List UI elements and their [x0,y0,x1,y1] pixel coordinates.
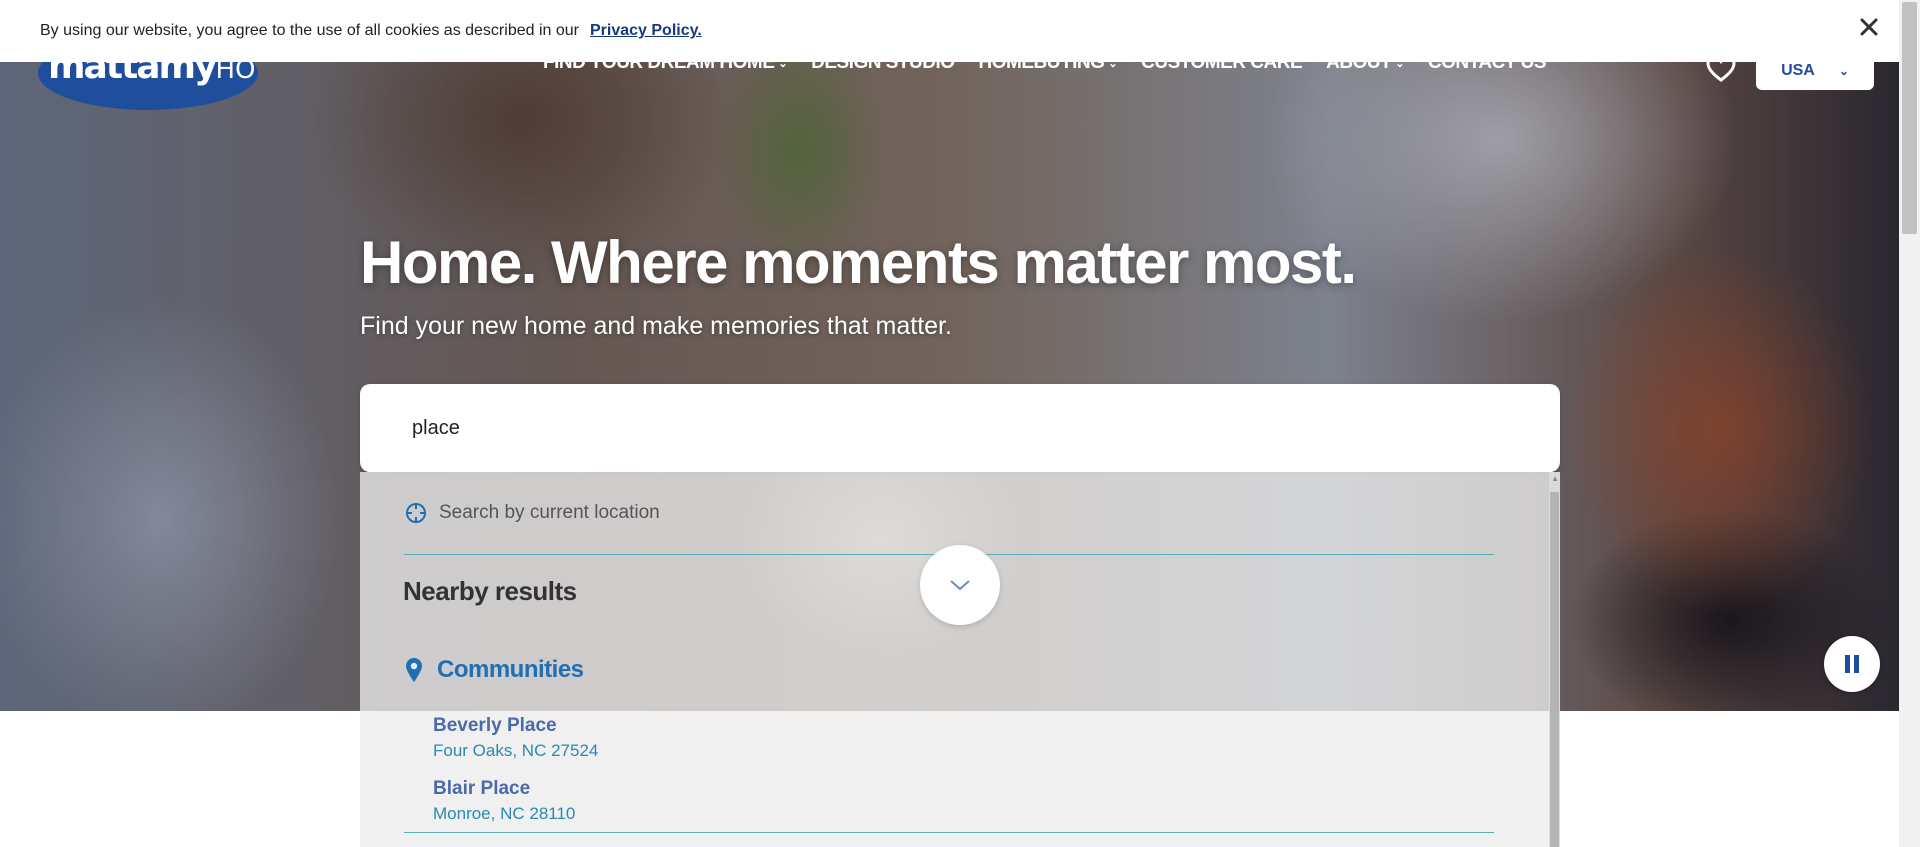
communities-label: Communities [437,656,584,683]
communities-heading: Communities [405,656,584,684]
result-name: Blair Place [433,778,531,799]
chevron-down-icon: ⌄ [1838,64,1849,78]
map-pin-icon [406,658,422,682]
search-box [360,384,1560,472]
cookie-banner: By using our website, you agree to the u… [0,0,1899,62]
page-scroll-thumb[interactable] [1902,2,1917,234]
privacy-policy-link[interactable]: Privacy Policy. [590,22,702,40]
dropdown-scrollbar[interactable]: ▲ [1549,472,1560,847]
chevron-down-icon [950,580,970,591]
nearby-heading: Nearby results [403,576,577,606]
divider [404,832,1494,833]
result-item[interactable]: Blair Place Monroe, NC 28110 [433,778,575,824]
search-results-dropdown: Search by current location Nearby result… [360,472,1560,847]
close-icon [1860,18,1878,36]
cookie-close-button[interactable] [1856,14,1882,40]
pause-icon [1845,655,1859,673]
pause-button[interactable] [1824,636,1880,692]
search-current-location[interactable]: Search by current location [405,502,660,524]
hero-headline: Home. Where moments matter most. [360,229,1357,296]
country-value: USA [1781,62,1815,79]
dropdown-scroll-thumb[interactable] [1550,492,1559,847]
scroll-down-button[interactable] [920,545,1000,625]
result-item[interactable]: Beverly Place Four Oaks, NC 27524 [433,715,598,761]
result-name: Beverly Place [433,715,557,736]
location-label: Search by current location [439,502,660,523]
page-scrollbar[interactable] [1899,0,1920,847]
result-location: Monroe, NC 28110 [433,804,576,823]
scroll-up-icon: ▲ [1551,474,1559,483]
result-location: Four Oaks, NC 27524 [433,741,599,760]
cookie-text: By using our website, you agree to the u… [40,22,579,39]
crosshair-icon [406,503,426,523]
hero-subline: Find your new home and make memories tha… [360,312,952,340]
search-input[interactable] [410,407,1514,449]
